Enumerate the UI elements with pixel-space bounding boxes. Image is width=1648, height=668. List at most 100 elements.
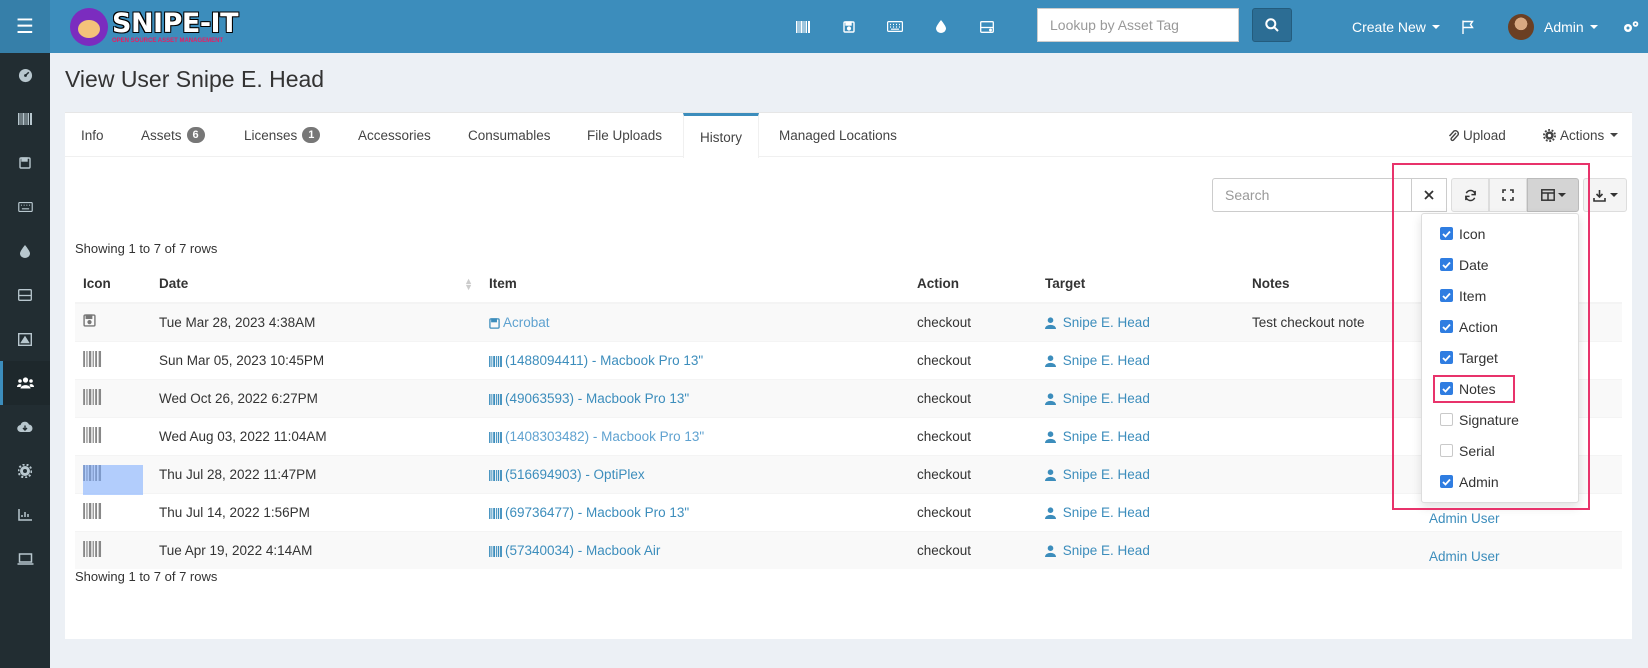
tab-managed-locations[interactable]: Managed Locations: [763, 113, 913, 157]
cell-action: checkout: [909, 378, 1037, 417]
table-header-row: Icon Date ▲ ▼ Item Action Target Notes: [75, 265, 1622, 304]
item-link[interactable]: (57340034) - Macbook Air: [489, 543, 660, 558]
tab-label: History: [700, 129, 743, 145]
column-header-date[interactable]: Date ▲ ▼: [151, 265, 481, 304]
cog-icon[interactable]: [0, 449, 50, 493]
barcode-icon[interactable]: [0, 97, 50, 141]
user-icon: [1045, 353, 1059, 368]
item-link[interactable]: (1488094411) - Macbook Pro 13": [489, 353, 703, 368]
keyboard-icon[interactable]: [0, 185, 50, 229]
tab-label: Licenses: [244, 127, 298, 143]
create-new-label: Create New: [1352, 18, 1426, 35]
barcode-icon: [489, 353, 505, 368]
barcode-icon: [83, 426, 102, 446]
column-header-item[interactable]: Item: [481, 265, 909, 304]
kit-icon[interactable]: [0, 317, 50, 361]
user-menu-dropdown[interactable]: Admin: [1508, 0, 1598, 53]
cogs-icon[interactable]: [1622, 0, 1640, 53]
table-body: Tue Mar 28, 2023 4:38AM Acrobat checkout…: [75, 302, 1622, 569]
column-header-target[interactable]: Target: [1037, 265, 1244, 304]
logo-title: SNIPE-IT: [112, 8, 239, 39]
tab-licenses[interactable]: Licenses 1: [228, 113, 336, 157]
tab-label: Assets: [141, 127, 182, 143]
cell-item: (69736477) - Macbook Pro 13": [481, 492, 909, 531]
user-icon: [1045, 467, 1059, 482]
target-link[interactable]: Snipe E. Head: [1045, 467, 1150, 482]
item-link-label: Acrobat: [503, 314, 550, 330]
target-link[interactable]: Snipe E. Head: [1045, 391, 1150, 406]
tab-label: Accessories: [358, 127, 431, 143]
hdd-icon[interactable]: [964, 0, 1010, 53]
tab-file-uploads[interactable]: File Uploads: [571, 113, 678, 157]
barcode-icon: [489, 543, 505, 558]
admin-link[interactable]: Admin User: [1429, 549, 1500, 564]
cell-icon: [75, 302, 151, 341]
barcode-icon: [83, 350, 102, 370]
upload-button[interactable]: Upload: [1448, 113, 1506, 157]
count-badge: 6: [186, 127, 205, 143]
cell-target: Snipe E. Head: [1037, 378, 1244, 417]
users-icon[interactable]: [0, 361, 50, 405]
menu-toggle-icon[interactable]: ☰: [0, 0, 50, 53]
create-new-dropdown[interactable]: Create New: [1352, 0, 1440, 53]
droplet-icon[interactable]: [0, 229, 50, 273]
cell-action: checkout: [909, 454, 1037, 493]
laptop-icon[interactable]: [0, 537, 50, 581]
cell-item: (516694903) - OptiPlex: [481, 454, 909, 493]
tab-history[interactable]: History: [683, 113, 760, 158]
tab-assets[interactable]: Assets 6: [125, 113, 221, 157]
droplet-icon[interactable]: [918, 0, 964, 53]
tab-label: File Uploads: [587, 127, 663, 143]
target-link[interactable]: Snipe E. Head: [1045, 543, 1150, 558]
barcode-icon: [83, 540, 102, 560]
sidebar: [0, 53, 50, 668]
item-link[interactable]: (516694903) - OptiPlex: [489, 467, 645, 482]
admin-link[interactable]: Admin User: [1429, 511, 1500, 526]
item-link[interactable]: (49063593) - Macbook Pro 13": [489, 391, 689, 406]
tab-consumables[interactable]: Consumables: [452, 113, 567, 157]
target-link[interactable]: Snipe E. Head: [1045, 505, 1150, 520]
table-search-input[interactable]: [1212, 178, 1412, 212]
sort-icon: ▲ ▼: [464, 276, 473, 292]
column-header-icon[interactable]: Icon: [75, 265, 151, 304]
dashboard-icon[interactable]: [0, 53, 50, 97]
barcode-icon: [83, 502, 102, 522]
target-link[interactable]: Snipe E. Head: [1045, 315, 1150, 330]
target-link-label: Snipe E. Head: [1062, 390, 1150, 406]
logo[interactable]: SNIPE-IT OPEN SOURCE ASSET MANAGEMENT: [70, 5, 239, 49]
lookup-search-button[interactable]: [1252, 8, 1292, 42]
save-icon[interactable]: [826, 0, 872, 53]
item-link[interactable]: (69736477) - Macbook Pro 13": [489, 505, 689, 520]
hdd-icon[interactable]: [0, 273, 50, 317]
cell-action: checkout: [909, 530, 1037, 569]
save-icon[interactable]: [0, 141, 50, 185]
cell-icon: [75, 492, 151, 531]
item-link[interactable]: (1408303482) - Macbook Pro 13": [489, 429, 704, 444]
cell-item: (1408303482) - Macbook Pro 13": [481, 416, 909, 455]
keyboard-icon[interactable]: [872, 0, 918, 53]
table-row: Wed Aug 03, 2022 11:04AM (1408303482) - …: [75, 416, 1622, 455]
target-link-label: Snipe E. Head: [1062, 314, 1150, 330]
column-header-action[interactable]: Action: [909, 265, 1037, 304]
flag-icon[interactable]: [1462, 0, 1474, 53]
tab-info[interactable]: Info: [65, 113, 120, 157]
barcode-icon: [489, 429, 505, 444]
item-link[interactable]: Acrobat: [489, 315, 550, 330]
target-link[interactable]: Snipe E. Head: [1045, 429, 1150, 444]
reports-icon[interactable]: [0, 493, 50, 537]
cell-target: Snipe E. Head: [1037, 416, 1244, 455]
item-link-label: (516694903) - OptiPlex: [505, 466, 645, 482]
tab-accessories[interactable]: Accessories: [342, 113, 447, 157]
user-icon: [1045, 505, 1059, 520]
tab-label: Info: [81, 127, 104, 143]
cell-date: Thu Jul 28, 2022 11:47PM: [151, 454, 481, 493]
top-quick-links: [780, 0, 1010, 53]
cloud-download-icon[interactable]: [0, 405, 50, 449]
cell-date: Wed Oct 26, 2022 6:27PM: [151, 378, 481, 417]
barcode-icon[interactable]: [780, 0, 826, 53]
target-link[interactable]: Snipe E. Head: [1045, 353, 1150, 368]
actions-dropdown[interactable]: Actions: [1543, 113, 1619, 157]
target-link-label: Snipe E. Head: [1062, 504, 1150, 520]
asset-tag-lookup-input[interactable]: [1037, 8, 1239, 42]
cell-icon: [75, 416, 151, 455]
